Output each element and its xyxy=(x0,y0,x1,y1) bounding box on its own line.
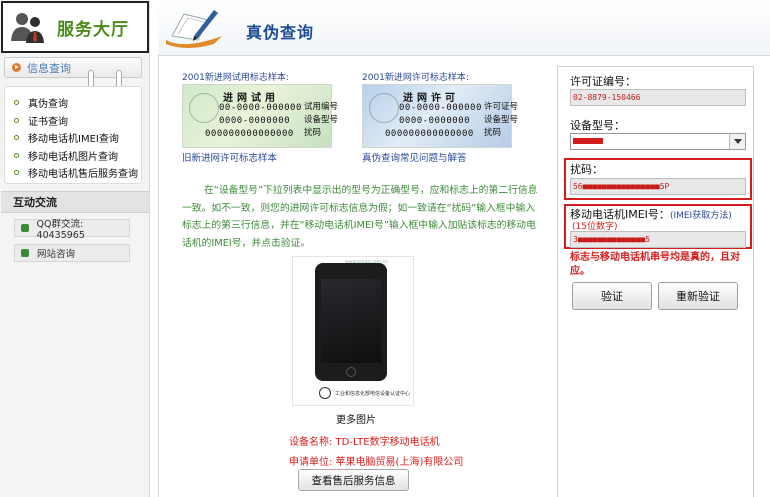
trial-anno-3: 扰码 xyxy=(304,128,322,138)
license-number-label: 许可证编号： xyxy=(570,75,636,88)
website-consult-label: 网站咨询 xyxy=(37,249,76,260)
phone-screen xyxy=(321,279,381,363)
website-consult-button[interactable]: 网站咨询 xyxy=(14,244,130,262)
bullet-icon xyxy=(14,117,19,123)
page-header: 真伪查询 xyxy=(158,0,770,56)
device-model-value xyxy=(573,138,603,144)
seal-icon xyxy=(319,387,331,399)
bullet-icon xyxy=(14,170,19,176)
menu-item-label: 移动电话机图片查询 xyxy=(28,151,118,163)
sidebar: 服务大厅 信息查询 真伪查询 证书查询 移动电话机IMEI查询 移动电话机图片查… xyxy=(0,0,150,497)
divider xyxy=(158,56,159,497)
license-card-title: 进网许可 xyxy=(403,93,459,104)
qq-group-label: QQ群交流: 40435965 xyxy=(36,218,85,241)
service-hall-header: 服务大厅 xyxy=(1,1,149,53)
play-icon xyxy=(12,63,21,72)
license-anno-2: 设备型号 xyxy=(484,115,519,125)
interaction-header: 互动交流 xyxy=(1,191,149,213)
bullet-icon xyxy=(14,152,19,158)
imei-input[interactable]: 3■■■■■■■■■■■■■■5 xyxy=(570,231,746,248)
home-button-icon xyxy=(346,367,356,377)
bullet-icon xyxy=(14,135,19,141)
more-pictures-link[interactable]: 更多图片 xyxy=(336,411,376,426)
phone-body xyxy=(315,263,387,381)
menu-item-label: 证书查询 xyxy=(28,116,68,128)
trial-sample-caption: 2001新进网试用标志样本: xyxy=(182,73,289,83)
imei-help-link[interactable]: (IMEI获取方法) xyxy=(670,211,732,221)
instructions-text: 在“设备型号”下拉列表中显示出的型号为正确型号，应和标志上的第二行信息一致。如不… xyxy=(182,185,538,249)
trial-anno-2: 设备型号 xyxy=(304,115,339,125)
menu-item-imei[interactable]: 移动电话机IMEI查询 xyxy=(14,129,141,147)
faq-link[interactable]: 真伪查询常见问题与解答 xyxy=(362,150,467,164)
menu-item-label: 真伪查询 xyxy=(28,99,68,111)
chat-icon xyxy=(21,249,29,257)
qq-icon xyxy=(21,224,29,232)
menu-item-after-sales[interactable]: 移动电话机售后服务查询 xyxy=(14,164,141,182)
license-anno-1: 许可证号 xyxy=(484,102,519,112)
scramble-input[interactable]: 56■■■■■■■■■■■■■■■■5P xyxy=(570,178,746,195)
verify-button[interactable]: 验证 xyxy=(572,282,652,310)
trial-card-line3: 000000000000000 xyxy=(205,129,294,139)
chevron-down-icon[interactable] xyxy=(729,134,745,149)
license-annotations: 许可证号 设备型号 扰码 xyxy=(470,84,530,148)
trial-anno-1: 试用编号 xyxy=(304,102,339,112)
menu-item-label: 移动电话机售后服务查询 xyxy=(28,169,138,181)
seal-icon xyxy=(369,93,399,123)
users-icon xyxy=(9,7,47,47)
phone-image[interactable]: www.tenaa.com.cn 工业和信息化部电信设备认证中心 xyxy=(292,256,414,406)
menu-item-phone-pictures[interactable]: 移动电话机图片查询 xyxy=(14,147,141,165)
verification-form: 许可证编号： 02-8879-150466 设备型号： 扰码： 56■■■■■■… xyxy=(557,66,754,497)
pen-paper-icon xyxy=(164,6,224,50)
trial-card-line2: 0000-0000000 xyxy=(219,116,291,126)
device-model-select[interactable] xyxy=(570,133,746,150)
info-query-label: 信息查询 xyxy=(27,61,71,75)
seal-icon xyxy=(189,93,219,123)
old-license-sample-link[interactable]: 旧新进网许可标志样本 xyxy=(182,150,277,164)
license-sample-caption: 2001新进网许可标志样本: xyxy=(362,73,469,83)
device-name: 设备名称: TD-LTE数字移动电话机 xyxy=(289,437,440,448)
phone-stamp-text: 工业和信息化部电信设备认证中心 xyxy=(335,391,411,397)
license-card-line3: 000000000000000 xyxy=(385,129,474,139)
menu-item-label: 移动电话机IMEI查询 xyxy=(28,134,119,146)
reverify-button[interactable]: 重新验证 xyxy=(658,282,738,310)
license-number-input[interactable]: 02-8879-150466 xyxy=(570,89,746,106)
verification-result: 标志与移动电话机串号均是真的，且对应。 xyxy=(570,252,740,277)
menu-item-authenticity[interactable]: 真伪查询 xyxy=(14,94,141,112)
license-anno-3: 扰码 xyxy=(484,128,502,138)
service-hall-title: 服务大厅 xyxy=(57,19,129,40)
license-card-line2: 0000-0000000 xyxy=(399,116,471,126)
applicant-name: 申请单位: 苹果电脑贸易(上海)有限公司 xyxy=(289,457,464,468)
scramble-label: 扰码： xyxy=(570,163,603,176)
bullet-icon xyxy=(14,100,19,106)
device-model-label: 设备型号： xyxy=(570,119,625,132)
trial-annotations: 试用编号 设备型号 扰码 xyxy=(290,84,350,148)
trial-card-title: 进网试用 xyxy=(223,93,279,104)
view-after-sales-button[interactable]: 查看售后服务信息 xyxy=(298,469,409,491)
qq-group-button[interactable]: QQ群交流: 40435965 xyxy=(14,219,130,241)
query-menu-list: 真伪查询 证书查询 移动电话机IMEI查询 移动电话机图片查询 移动电话机售后服… xyxy=(4,86,142,184)
page-title: 真伪查询 xyxy=(246,23,315,42)
menu-item-certificate[interactable]: 证书查询 xyxy=(14,112,141,130)
